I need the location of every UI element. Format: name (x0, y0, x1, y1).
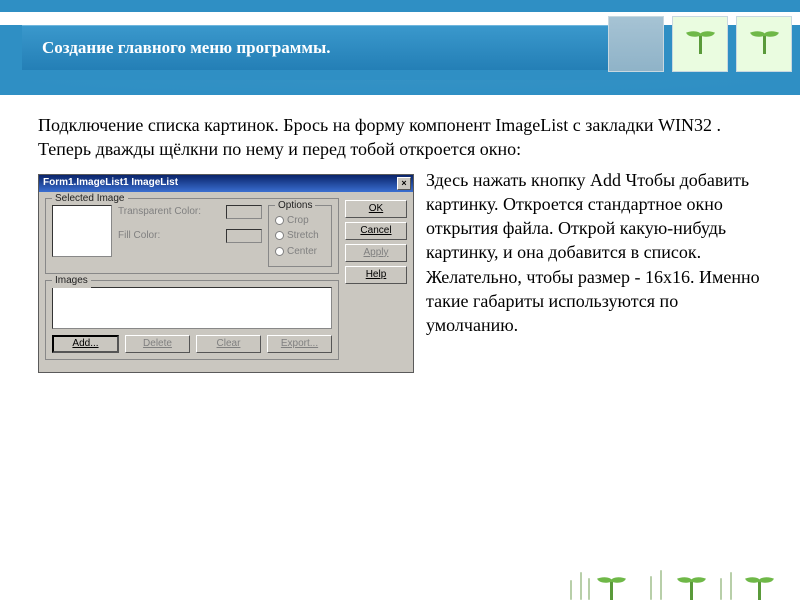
decorative-tiles (608, 16, 792, 72)
image-preview (52, 205, 112, 257)
fill-color-swatch[interactable] (226, 229, 262, 243)
dialog-title: Form1.ImageList1 ImageList (43, 176, 178, 190)
close-icon[interactable]: × (397, 177, 411, 190)
tile-plant-icon (672, 16, 728, 72)
option-crop[interactable]: Crop (275, 214, 325, 228)
group-images: Images (52, 274, 91, 288)
apply-button[interactable]: Apply (345, 244, 407, 262)
tile-sky-icon (608, 16, 664, 72)
decorative-swirl (0, 80, 800, 95)
option-center[interactable]: Center (275, 245, 325, 259)
group-selected-image: Selected Image (52, 192, 128, 206)
imagelist-dialog: Form1.ImageList1 ImageList × Selected Im… (38, 174, 414, 374)
footer-decoration (0, 560, 800, 600)
ok-button[interactable]: OK (345, 200, 407, 218)
export-button: Export... (267, 335, 332, 353)
images-list[interactable] (52, 287, 332, 329)
clear-button: Clear (196, 335, 261, 353)
page-header: Создание главного меню программы. (0, 0, 800, 95)
page-title: Создание главного меню программы. (42, 38, 330, 58)
cancel-button[interactable]: Cancel (345, 222, 407, 240)
transparent-color-swatch[interactable] (226, 205, 262, 219)
tile-plant-icon (736, 16, 792, 72)
add-button[interactable]: Add... (52, 335, 119, 353)
group-options: Options (275, 199, 315, 213)
help-button[interactable]: Help (345, 266, 407, 284)
dialog-titlebar[interactable]: Form1.ImageList1 ImageList × (39, 175, 413, 192)
transparent-color-label: Transparent Color: (118, 205, 222, 219)
page-body: Подключение списка картинок. Брось на фо… (0, 95, 800, 377)
option-stretch[interactable]: Stretch (275, 229, 325, 243)
intro-text: Подключение списка картинок. Брось на фо… (38, 113, 770, 162)
fill-color-label: Fill Color: (118, 229, 222, 243)
delete-button: Delete (125, 335, 190, 353)
title-ribbon: Создание главного меню программы. (22, 25, 640, 70)
